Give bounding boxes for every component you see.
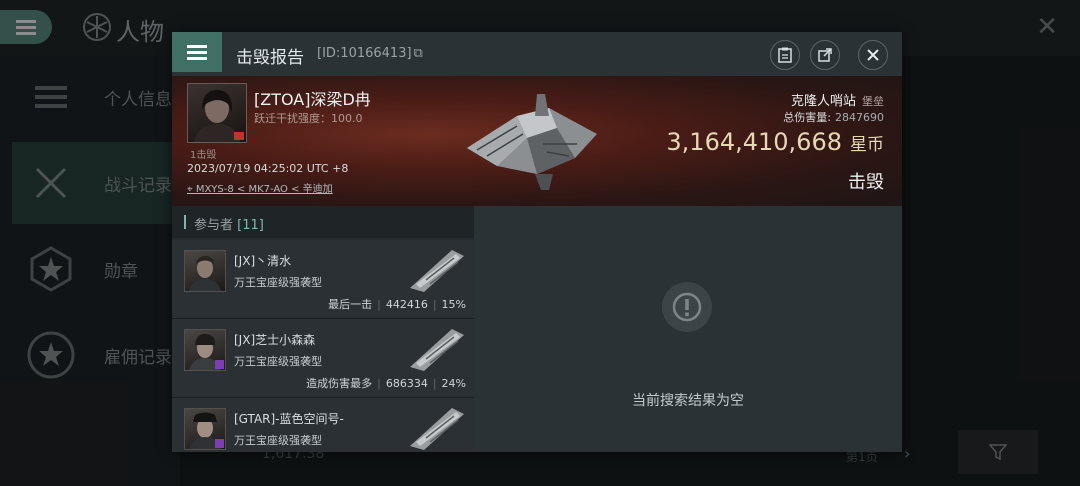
ship-icon	[410, 329, 464, 371]
separator: |	[432, 298, 437, 311]
dialog-header: 击毁报告 [ID:10166413] ⧉	[172, 32, 902, 76]
participants-title-text: 参与者	[194, 218, 234, 233]
location-pin-icon: ⌖	[187, 184, 196, 195]
ship-icon	[410, 408, 464, 450]
share-icon	[818, 48, 832, 62]
close-icon	[867, 49, 879, 61]
participant-stats: 造成伤害最多 | 686334 | 24%	[306, 375, 466, 391]
standing-badge	[234, 132, 244, 140]
total-damage-value: 2847690	[835, 111, 884, 124]
header-accent-bar	[184, 215, 186, 229]
victim-name[interactable]: [ZTOA]深梁D冉	[254, 86, 371, 110]
participant-row[interactable]: [JX]芝士小森森 万王宝座级强袭型 造成伤害最多 | 686334 | 24%	[172, 319, 474, 398]
participant-row[interactable]: [JX]丶清水 万王宝座级强袭型 最后一击 | 442416 | 15%	[172, 240, 474, 319]
stat-percent: 24%	[441, 377, 466, 390]
ship-class: 堡垒	[862, 95, 884, 108]
share-button[interactable]	[810, 40, 840, 70]
participant-stats: 最后一击 | 442416 | 15%	[328, 296, 466, 312]
report-id[interactable]: [ID:10166413] ⧉	[317, 46, 423, 61]
ship-name-text: 克隆人哨站	[790, 94, 856, 109]
kill-report-dialog: 击毁报告 [ID:10166413] ⧉ [ZTOA]深梁D冉 跃迁干扰强度：10…	[172, 32, 902, 452]
stat-label: 最后一击	[328, 298, 373, 311]
participants-count: [11]	[237, 218, 264, 233]
kill-location[interactable]: ⌖ MXYS-8 < MK7-AO < 辛迪加	[187, 180, 333, 195]
structure-image	[467, 94, 597, 190]
participant-avatar[interactable]	[184, 408, 226, 450]
kill-count: 1击毁	[190, 150, 217, 161]
alert-icon	[662, 282, 712, 332]
clipboard-icon	[778, 47, 792, 63]
participant-ship: 万王宝座级强袭型	[234, 355, 322, 368]
isk-loss: 3,164,410,668 星币	[666, 128, 884, 156]
location-text: MXYS-8 < MK7-AO < 辛迪加	[195, 184, 333, 195]
separator: |	[432, 377, 437, 390]
dialog-title: 击毁报告	[236, 48, 304, 68]
ship-icon	[410, 250, 464, 292]
separator: |	[377, 298, 381, 311]
kill-result: 击毁	[848, 172, 884, 193]
empty-message: 当前搜索结果为空	[632, 393, 744, 409]
report-id-text: [ID:10166413]	[317, 46, 412, 61]
participant-name: [JX]芝士小森森	[234, 333, 316, 347]
participant-avatar[interactable]	[184, 329, 226, 371]
isk-value: 3,164,410,668	[666, 128, 842, 156]
stat-label: 造成伤害最多	[306, 377, 373, 390]
total-damage: 总伤害量: 2847690	[783, 109, 884, 125]
kill-banner: [ZTOA]深梁D冉 跃迁干扰强度：100.0 1击毁 2023/07/19 0…	[172, 76, 902, 206]
participant-ship: 万王宝座级强袭型	[234, 276, 322, 289]
hamburger-icon	[187, 45, 207, 60]
participants-panel: 参与者 [11] [JX]丶清水 万王宝座级强袭型 最后一击 | 442416 | 15…	[172, 206, 474, 452]
stat-damage: 442416	[385, 298, 428, 311]
info-badge	[215, 360, 224, 369]
interference-strength: 跃迁干扰强度：100.0	[254, 112, 363, 125]
dialog-menu-button[interactable]	[172, 32, 222, 72]
participant-row[interactable]: [GTAR]-蓝色空间号- 万王宝座级强袭型	[172, 398, 474, 452]
info-badge	[215, 439, 224, 448]
total-damage-label: 总伤害量:	[783, 111, 831, 124]
participant-avatar[interactable]	[184, 250, 226, 292]
detail-panel: 当前搜索结果为空	[474, 206, 902, 452]
clipboard-button[interactable]	[770, 40, 800, 70]
participants-title: 参与者 [11]	[194, 214, 264, 233]
participant-name: [JX]丶清水	[234, 254, 292, 268]
kill-time: 2023/07/19 04:25:02 UTC +8	[187, 162, 349, 175]
stat-percent: 15%	[441, 298, 466, 311]
isk-unit: 星币	[850, 135, 884, 155]
separator: |	[377, 377, 381, 390]
participants-header: 参与者 [11]	[172, 206, 474, 238]
victim-portrait[interactable]	[187, 83, 247, 143]
participant-ship: 万王宝座级强袭型	[234, 434, 322, 447]
avatar-silhouette	[189, 256, 221, 291]
copy-icon[interactable]: ⧉	[414, 46, 423, 61]
ship-name[interactable]: 克隆人哨站 堡垒	[791, 90, 884, 109]
dialog-close-button[interactable]	[858, 40, 888, 70]
participant-name: [GTAR]-蓝色空间号-	[234, 412, 344, 426]
stat-damage: 686334	[385, 377, 428, 390]
